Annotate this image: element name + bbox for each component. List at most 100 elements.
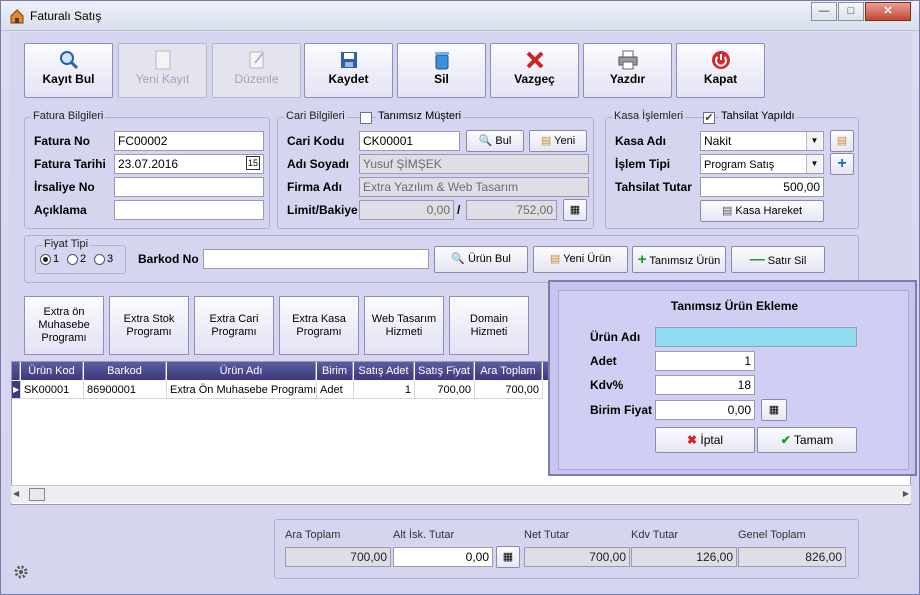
kasa-hareket-button[interactable]: ▤ Kasa Hareket (700, 200, 824, 222)
kasa-yeni-button[interactable]: ▤ (830, 130, 854, 152)
popup-iptal-button[interactable]: ✖ İptal (655, 427, 755, 453)
kdv-tutar-label: Kdv Tutar (631, 529, 679, 541)
radio-1[interactable] (40, 254, 51, 265)
popup-kdv-input[interactable]: 18 (655, 375, 755, 395)
calculator-button[interactable]: ▦ (563, 199, 587, 221)
cancel-x-icon: ✖ (686, 433, 698, 447)
search-icon: 🔍 (451, 253, 465, 265)
column-header-birim[interactable]: Birim (317, 362, 353, 380)
kapat-button[interactable]: Kapat (676, 43, 765, 98)
limit-input[interactable]: 0,00 (359, 200, 454, 220)
column-header-satis-adet[interactable]: Satış Adet (354, 362, 414, 380)
radio-3[interactable] (94, 254, 105, 265)
yeni-kayit-button[interactable]: Yeni Kayıt (118, 43, 207, 98)
alt-isk-input[interactable]: 0,00 (393, 547, 493, 567)
islem-tipi-select[interactable]: Program Satış ▼ (700, 154, 824, 174)
firma-adi-input[interactable]: Extra Yazılım & Web Tasarım (359, 177, 589, 197)
table-cell[interactable]: Extra Ön Muhasebe Programı (167, 381, 317, 399)
minimize-button[interactable]: — (811, 2, 837, 21)
popup-calculator-button[interactable]: ▦ (761, 399, 787, 421)
horizontal-scrollbar[interactable]: ◀ ▶ (11, 485, 911, 503)
popup-kdv-label: Kdv% (590, 378, 624, 392)
adi-soyadi-input[interactable]: Yusuf ŞİMŞEK (359, 154, 589, 174)
table-cell[interactable]: 86900001 (84, 381, 167, 399)
radio-2[interactable] (67, 254, 78, 265)
category-button-5[interactable]: Web Tasarım Hizmeti (364, 296, 444, 355)
popup-birim-fiyat-input[interactable]: 0,00 (655, 400, 755, 420)
adi-soyadi-label: Adı Soyadı (287, 157, 350, 171)
category-button-2[interactable]: Extra Stok Programı (109, 296, 189, 355)
cari-kodu-label: Cari Kodu (287, 134, 345, 148)
cari-kodu-input[interactable]: CK00001 (359, 131, 460, 151)
plus-icon: + (837, 155, 847, 172)
kaydet-label: Kaydet (328, 72, 369, 86)
chevron-down-icon[interactable]: ▼ (806, 132, 822, 150)
urun-bul-label: Ürün Bul (467, 253, 511, 265)
calendar-icon[interactable]: 15 (245, 156, 260, 170)
table-cell[interactable]: SK00001 (21, 381, 84, 399)
app-house-icon (10, 9, 24, 24)
column-header-urun-adi[interactable]: Ürün Adı (167, 362, 316, 380)
yeni-urun-button[interactable]: ▤ Yeni Ürün (533, 246, 628, 273)
aciklama-label: Açıklama (34, 203, 87, 217)
column-header-ara-toplam[interactable]: Ara Toplam (475, 362, 542, 380)
islem-ekle-button[interactable]: + (830, 153, 854, 175)
net-tutar-value[interactable]: 700,00 (524, 547, 630, 567)
totals-calculator-button[interactable]: ▦ (496, 546, 520, 568)
category-button-4[interactable]: Extra Kasa Programı (279, 296, 359, 355)
column-header-barkod[interactable]: Barkod (84, 362, 166, 380)
vazgec-button[interactable]: Vazgeç (490, 43, 579, 98)
sil-button[interactable]: Sil (397, 43, 486, 98)
scroll-right-icon[interactable]: ▶ (903, 489, 909, 498)
duzenle-button[interactable]: Düzenle (212, 43, 301, 98)
plus-icon: + (637, 251, 647, 268)
ara-toplam-value[interactable]: 700,00 (285, 547, 391, 567)
kasa-adi-select[interactable]: Nakit ▼ (700, 131, 824, 151)
urun-bul-button[interactable]: 🔍 Ürün Bul (434, 246, 528, 273)
yazdir-button[interactable]: Yazdır (583, 43, 672, 98)
scroll-thumb[interactable] (29, 488, 45, 501)
chevron-down-icon[interactable]: ▼ (806, 155, 822, 173)
fatura-tarih-input[interactable]: 23.07.2016 15 (114, 154, 264, 174)
yeni-urun-label: Yeni Ürün (563, 253, 612, 265)
printer-icon (618, 50, 637, 70)
table-cell[interactable]: 700,00 (475, 381, 543, 399)
gear-icon[interactable] (13, 564, 29, 580)
popup-tamam-button[interactable]: ✔ Tamam (757, 427, 857, 453)
tanimsiz-musteri-checkbox[interactable] (360, 112, 372, 124)
tanimsiz-urun-button[interactable]: + Tanımsız Ürün (632, 246, 726, 273)
irsaliye-no-input[interactable] (114, 177, 264, 197)
cari-yeni-label: Yeni (554, 135, 576, 147)
category-button-1[interactable]: Extra ön Muhasebe Programı (24, 296, 104, 355)
table-cell[interactable]: 700,00 (415, 381, 475, 399)
scroll-left-icon[interactable]: ◀ (13, 489, 19, 498)
popup-adet-input[interactable]: 1 (655, 351, 755, 371)
irsaliye-no-label: İrsaliye No (34, 180, 95, 194)
table-cell[interactable]: Adet (317, 381, 354, 399)
window-title: Faturalı Satış (30, 9, 102, 23)
satir-sil-button[interactable]: — Satır Sil (731, 246, 825, 273)
table-cell[interactable]: 1 (354, 381, 415, 399)
popup-urun-adi-input[interactable] (655, 327, 857, 347)
maximize-button[interactable]: □ (838, 2, 864, 21)
column-header-satis-fiyat[interactable]: Satış Fiyat (415, 362, 474, 380)
fatura-no-input[interactable]: FC00002 (114, 131, 264, 151)
close-button[interactable]: ✕ (865, 2, 911, 21)
kdv-tutar-value[interactable]: 126,00 (631, 547, 737, 567)
category-button-6[interactable]: Domain Hizmeti (449, 296, 529, 355)
kaydet-button[interactable]: Kaydet (304, 43, 393, 98)
genel-toplam-value[interactable]: 826,00 (738, 547, 846, 567)
cari-bul-button[interactable]: 🔍 Bul (466, 130, 524, 152)
aciklama-input[interactable] (114, 200, 264, 220)
barkod-no-label: Barkod No (138, 252, 199, 266)
cari-yeni-button[interactable]: ▤ Yeni (529, 130, 587, 152)
category-button-3[interactable]: Extra Cari Programı (194, 296, 274, 355)
column-header-urun-kod[interactable]: Ürün Kod (21, 362, 83, 380)
barkod-no-input[interactable] (203, 249, 429, 269)
bakiye-input[interactable]: 752,00 (466, 200, 557, 220)
tahsilat-checkbox[interactable]: ✔ (703, 112, 715, 124)
tanimsiz-urun-popup: Tanımsız Ürün Ekleme Ürün Adı Adet 1 Kdv… (548, 280, 917, 476)
tahsilat-tutar-input[interactable]: 500,00 (700, 177, 824, 197)
kayit-bul-button[interactable]: Kayıt Bul (24, 43, 113, 98)
trash-icon (434, 52, 449, 70)
